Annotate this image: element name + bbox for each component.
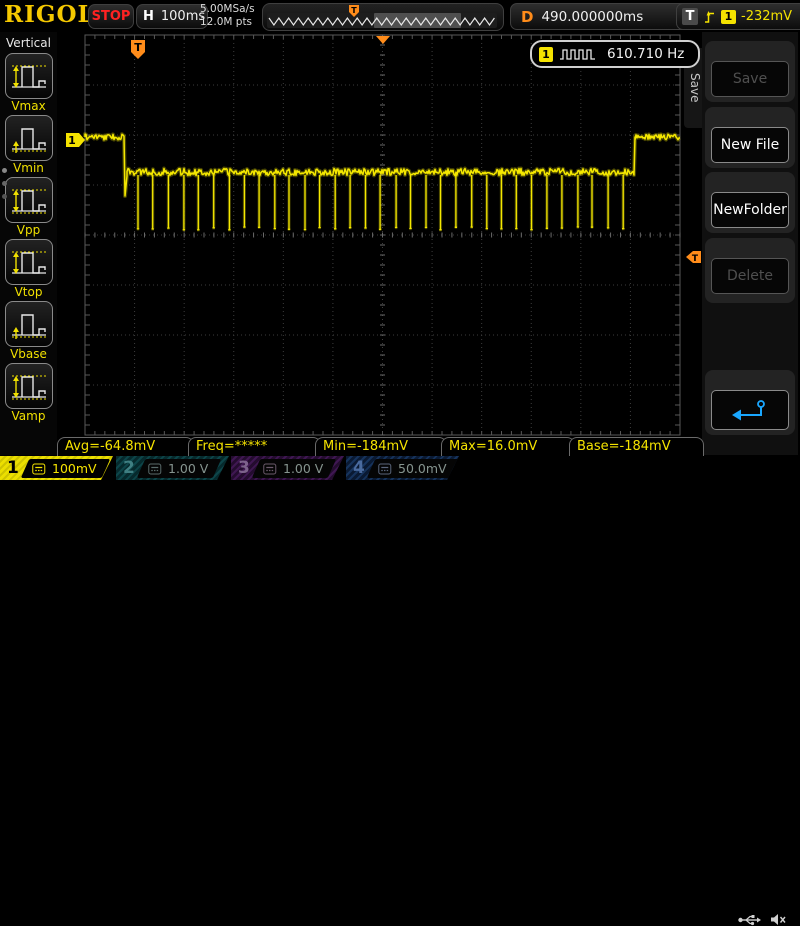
vmin-pulse-icon [9,120,49,156]
dc-coupling-icon [32,462,46,474]
run-state-label: STOP [92,9,131,24]
trigger-level-value: -232mV [741,9,792,24]
measurement-base[interactable]: Base=-184mV [569,437,704,456]
delay-value: 490.000000ms [541,9,643,25]
memory-depth: 12.0M pts [200,16,255,29]
vmax-pulse-icon [9,58,49,94]
menu-slot [705,370,795,435]
memory-waveform-icon: T [263,4,501,30]
delay-label: D [521,8,533,26]
save-button[interactable]: Save [711,61,789,97]
menu-item-label: Vbase [10,347,47,361]
new-file-button[interactable]: New File [711,127,789,163]
sample-rate: 5.00MSa/s [200,3,255,16]
menu-item-vmax[interactable]: Vmax [0,53,57,113]
menu-item-vbase[interactable]: Vbase [0,301,57,361]
menu-item-vtop[interactable]: Vtop [0,239,57,299]
waveform-display: 1 T T [0,0,800,480]
delete-button[interactable]: Delete [711,258,789,294]
center-position-marker [376,36,390,44]
horizontal-label: H [143,9,154,24]
waveform-preview-bar[interactable]: T [262,3,504,31]
dc-coupling-icon [378,462,392,474]
trigger-status-box[interactable]: T 1 -232mV [676,3,800,30]
dc-coupling-icon [263,462,277,474]
channel-status-bar: 1 100mV 2 1.00 V 3 [0,456,800,480]
measurement-max[interactable]: Max=16.0mV [441,437,575,456]
vbase-pulse-icon [9,306,49,342]
channel-scale: 50.0mV [398,461,447,476]
vertical-measure-menu: Vertical Vmax Vmin Vpp Vtop Vbase Vamp [0,32,57,455]
measurement-freq[interactable]: Freq=***** [188,437,321,456]
channel-number: 1 [7,456,19,480]
trigger-source-badge: 1 [721,10,736,24]
usb-icon [738,914,762,926]
menu-slot: NewFolder [705,172,795,233]
svg-text:T: T [134,41,142,54]
back-arrow-icon [728,397,772,423]
menu-slot: New File [705,107,795,168]
channel-number: 4 [353,456,365,480]
delay-readout: D 490.000000ms [510,3,692,30]
svg-text:1: 1 [68,134,76,147]
ch1-ground-marker: 1 [66,133,85,147]
channel-scale: 1.00 V [168,461,208,476]
channel-scale: 1.00 V [283,461,323,476]
channel-number: 3 [238,456,250,480]
menu-page-indicator [2,168,7,199]
svg-text:T: T [692,254,699,264]
channel-1-tab[interactable]: 1 100mV [0,456,113,480]
dc-coupling-icon [148,462,162,474]
acquisition-info: 5.00MSa/s 12.0M pts [200,3,255,29]
channel-number: 2 [123,456,135,480]
menu-item-label: Vmax [11,99,45,113]
trigger-position-flag: T [131,40,145,59]
channel-scale: 100mV [52,461,97,476]
menu-item-vpp[interactable]: Vpp [0,177,57,237]
save-soft-menu: Save New File NewFolder Delete [702,32,798,455]
timebase-value: 100ms [161,9,205,24]
frequency-value: 610.710 Hz [607,46,684,62]
vamp-pulse-icon [9,368,49,404]
menu-item-label: Vpp [17,223,40,237]
left-menu-title: Vertical [0,36,57,50]
frequency-counter: 1 610.710 Hz [530,40,700,68]
rising-edge-icon [703,9,716,25]
run-state-indicator[interactable]: STOP [88,4,134,29]
new-folder-button[interactable]: NewFolder [711,192,789,228]
vtop-pulse-icon [9,244,49,280]
menu-item-label: Vmin [13,161,44,175]
menu-item-vmin[interactable]: Vmin [0,115,57,175]
counter-source-badge: 1 [539,47,553,62]
trigger-label: T [682,8,698,25]
measurement-min[interactable]: Min=-184mV [315,437,447,456]
menu-slot: Save [705,41,795,102]
menu-item-vamp[interactable]: Vamp [0,363,57,423]
top-status-bar: RIGOL STOP H 100ms 5.00MSa/s 12.0M pts T… [0,0,800,32]
pulse-train-icon [559,48,601,60]
menu-slot: Delete [705,238,795,303]
measurement-avg[interactable]: Avg=-64.8mV [57,437,194,456]
rigol-logo: RIGOL [4,1,95,28]
horizontal-timebase-box[interactable]: H 100ms [136,4,208,29]
speaker-muted-icon [770,913,787,926]
trigger-level-marker: T [686,251,701,264]
channel-4-tab[interactable]: 4 50.0mV [346,456,459,480]
vpp-pulse-icon [9,182,49,218]
svg-text:T: T [351,6,357,15]
channel-3-tab[interactable]: 3 1.00 V [231,456,344,480]
menu-item-label: Vtop [15,285,43,299]
channel-2-tab[interactable]: 2 1.00 V [116,456,229,480]
return-button[interactable] [711,390,789,430]
menu-item-label: Vamp [12,409,46,423]
